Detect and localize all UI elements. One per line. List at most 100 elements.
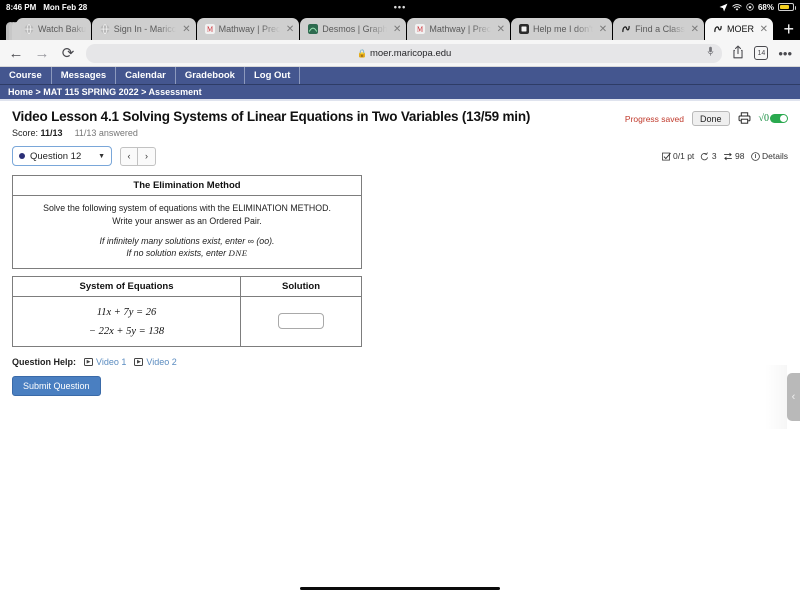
- attempts-group: 3: [700, 151, 717, 161]
- question-card-title: The Elimination Method: [13, 176, 361, 196]
- close-icon[interactable]: ✕: [599, 24, 607, 35]
- instruction-line-2: Write your answer as an Ordered Pair.: [112, 215, 262, 226]
- points-value: 0/1 pt: [673, 151, 695, 161]
- instruction-line-1: Solve the following system of equations …: [43, 203, 331, 213]
- math-view-toggle[interactable]: √0: [758, 113, 788, 124]
- breadcrumb: Home > MAT 115 SPRING 2022 > Assessment: [0, 85, 800, 101]
- done-button[interactable]: Done: [691, 111, 730, 126]
- back-button[interactable]: ←: [8, 46, 24, 61]
- address-bar[interactable]: 🔒 moer.maricopa.edu: [86, 43, 723, 63]
- question-help-row: Question Help: ▶ Video 1 ▶ Video 2: [12, 357, 788, 367]
- browser-tab-6[interactable]: Find a Class ✕: [613, 18, 704, 40]
- share-icon[interactable]: [732, 45, 744, 61]
- score-display: Score: 11/13: [12, 128, 63, 138]
- location-arrow-icon: [719, 3, 728, 11]
- progress-saved-status: Progress saved: [624, 113, 684, 124]
- tab-stack-icon[interactable]: [6, 20, 21, 40]
- sidebar-shade: [765, 365, 787, 429]
- browser-tab-title: Sign In - Marico: [113, 24, 177, 34]
- question-status-dot: [19, 153, 25, 159]
- battery-percent-label: 68%: [757, 2, 774, 12]
- svg-text:M: M: [207, 27, 213, 34]
- tab-count-button[interactable]: 14: [754, 46, 769, 60]
- forward-button[interactable]: →: [34, 46, 50, 61]
- checkbox-icon: [661, 152, 671, 160]
- question-stepper: ‹ ›: [120, 146, 156, 166]
- math-toggle-switch[interactable]: [770, 114, 788, 123]
- site-nav: Course Messages Calendar Gradebook Log Out: [0, 67, 800, 85]
- new-tab-button[interactable]: +: [783, 20, 794, 38]
- browser-tab-5[interactable]: Help me I don't ✕: [511, 18, 613, 40]
- site-nav-item-messages[interactable]: Messages: [52, 67, 117, 84]
- browser-tab-title: Mathway | Prec: [429, 24, 491, 34]
- close-icon[interactable]: ✕: [760, 24, 768, 35]
- submit-question-button[interactable]: Submit Question: [12, 376, 101, 396]
- solution-cell: [240, 296, 362, 347]
- assessment-header: Video Lesson 4.1 Solving Systems of Line…: [12, 109, 788, 126]
- question-toolbar: Question 12 ▼ ‹ › 0/1 pt 3 98 Details: [12, 146, 788, 166]
- reload-button[interactable]: ⟳: [60, 46, 76, 61]
- close-icon[interactable]: ✕: [286, 24, 294, 35]
- moer-icon: [714, 25, 722, 33]
- prev-question-button[interactable]: ‹: [120, 146, 138, 166]
- browser-tab-title: Mathway | Prec: [218, 24, 280, 34]
- home-indicator: [300, 586, 500, 590]
- details-label: Details: [762, 151, 788, 161]
- shuffle-icon: [723, 152, 732, 160]
- globe-icon: [100, 24, 110, 34]
- desmos-icon: [308, 24, 319, 34]
- browser-tab-0[interactable]: Watch Baku: [16, 18, 91, 40]
- assessment-page: Video Lesson 4.1 Solving Systems of Line…: [0, 101, 800, 429]
- answered-count: 11/13 answered: [74, 128, 138, 138]
- lock-icon: 🔒: [357, 48, 367, 58]
- site-nav-item-log-out[interactable]: Log Out: [245, 67, 301, 84]
- site-nav-item-calendar[interactable]: Calendar: [116, 67, 176, 84]
- score-value: 11/13: [40, 128, 63, 138]
- browser-tab-2[interactable]: M Mathway | Prec ✕: [196, 18, 300, 40]
- details-link[interactable]: Details: [750, 151, 788, 161]
- sidebar-collapse-handle[interactable]: ‹: [787, 373, 800, 421]
- site-nav-item-gradebook[interactable]: Gradebook: [176, 67, 245, 84]
- close-icon[interactable]: ✕: [393, 24, 401, 35]
- browser-tab-title: Find a Class: [635, 24, 685, 34]
- close-icon[interactable]: ✕: [182, 24, 190, 35]
- video-2-link[interactable]: ▶ Video 2: [134, 357, 177, 367]
- browser-tab-7[interactable]: MOER ✕: [705, 18, 774, 40]
- answer-input[interactable]: [278, 313, 324, 329]
- browser-tab-3[interactable]: Desmos | Graph ✕: [300, 18, 407, 40]
- question-select[interactable]: Question 12 ▼: [12, 146, 112, 166]
- assessment-header-actions: Progress saved Done √0: [625, 109, 788, 126]
- browser-tab-title: Watch Baku: [38, 24, 86, 34]
- printer-icon[interactable]: [738, 111, 751, 126]
- table-header-row: System of Equations Solution: [12, 276, 362, 297]
- document-icon: [519, 24, 530, 34]
- question-card: The Elimination Method Solve the followi…: [12, 175, 362, 269]
- column-header-solution: Solution: [240, 276, 362, 297]
- play-icon: ▶: [84, 358, 94, 366]
- system-of-equations-cell: 11x + 7y = 26 − 22x + 5y = 138: [12, 296, 241, 347]
- equations-table: System of Equations Solution 11x + 7y = …: [12, 276, 362, 347]
- equation-1: 11x + 7y = 26: [96, 307, 157, 318]
- status-bar-time: 8:46 PM: [6, 2, 37, 12]
- undo-icon: [701, 151, 709, 160]
- close-icon[interactable]: ✕: [691, 24, 699, 35]
- browser-tab-1[interactable]: Sign In - Marico ✕: [91, 18, 196, 40]
- browser-tab-strip[interactable]: Watch Baku Sign In - Marico ✕ M Mathway | Pr…: [0, 14, 800, 40]
- next-question-button[interactable]: ›: [138, 146, 156, 166]
- math-toggle-label: √0: [758, 113, 770, 124]
- play-icon: ▶: [134, 358, 144, 366]
- versions-group: 98: [723, 151, 745, 161]
- close-icon[interactable]: ✕: [497, 24, 505, 35]
- video-1-link[interactable]: ▶ Video 1: [84, 357, 126, 367]
- question-card-body: Solve the following system of equations …: [13, 196, 361, 268]
- svg-text:M: M: [417, 27, 423, 34]
- site-nav-item-course[interactable]: Course: [0, 67, 52, 84]
- attempts-value: 3: [711, 151, 717, 161]
- mathway-icon: M: [204, 24, 215, 34]
- microphone-icon[interactable]: [707, 46, 714, 60]
- browser-tab-4[interactable]: M Mathway | Prec ✕: [407, 18, 511, 40]
- mathway-icon: M: [415, 24, 426, 34]
- more-menu-button[interactable]: •••: [778, 47, 792, 60]
- score-row: Score: 11/13 11/13 answered: [12, 128, 788, 138]
